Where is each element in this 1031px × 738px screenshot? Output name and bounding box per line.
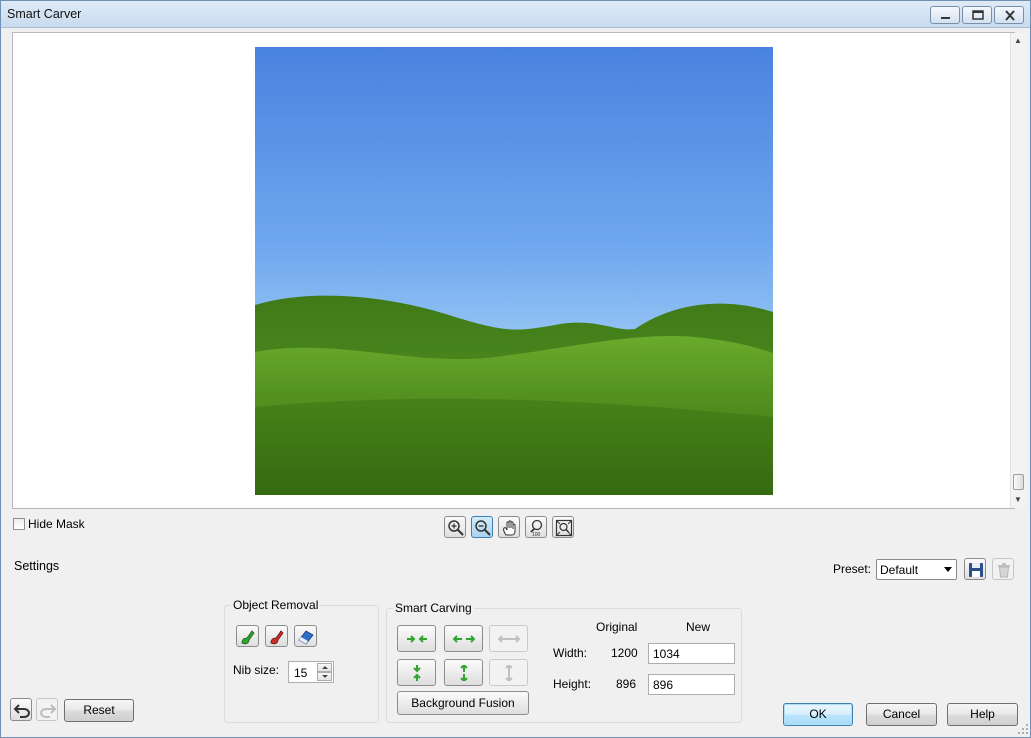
redo-button[interactable] [36, 698, 58, 721]
height-new-field[interactable]: 896 [648, 674, 735, 695]
background-fusion-button[interactable]: Background Fusion [397, 691, 529, 715]
hide-mask-label: Hide Mask [28, 517, 85, 531]
reset-width-button[interactable] [489, 625, 528, 652]
scroll-down-arrow-icon[interactable]: ▼ [1014, 495, 1022, 505]
title-bar[interactable]: Smart Carver [1, 1, 1030, 28]
minimize-button[interactable] [930, 6, 960, 24]
close-button[interactable] [994, 6, 1024, 24]
object-removal-group: Object Removal Nib size: 15 [224, 598, 379, 723]
expand-height-button[interactable] [444, 659, 483, 686]
original-column-header: Original [596, 620, 638, 634]
arrows-inward-vertical-icon [413, 665, 421, 681]
spin-up-icon[interactable] [317, 663, 332, 672]
close-icon [1005, 10, 1015, 21]
ok-button[interactable]: OK [783, 703, 853, 726]
preset-select[interactable]: Default [876, 559, 957, 580]
preview-image [255, 47, 773, 495]
zoom-100-icon: 100 [530, 519, 543, 537]
zoom-in-icon [448, 520, 464, 536]
minimize-icon [941, 17, 950, 19]
shrink-width-button[interactable] [397, 625, 436, 652]
smart-carving-group: Smart Carving Background Fusion Original… [386, 601, 742, 723]
width-label: Width: [553, 646, 588, 660]
fit-window-icon [555, 519, 573, 537]
nib-size-label: Nib size: [233, 663, 280, 677]
arrows-outward-horizontal-icon [453, 635, 475, 643]
settings-heading: Settings [14, 559, 60, 573]
width-new-value: 1034 [653, 647, 680, 661]
zoom-out-button[interactable] [471, 516, 493, 538]
hide-mask-checkbox[interactable]: Hide Mask [13, 517, 85, 531]
width-new-field[interactable]: 1034 [648, 643, 735, 664]
scroll-thumb[interactable] [1013, 474, 1024, 490]
spin-down-icon[interactable] [317, 672, 332, 681]
undo-icon [13, 704, 31, 718]
reset-button[interactable]: Reset [64, 699, 134, 722]
scroll-up-arrow-icon[interactable]: ▲ [1014, 36, 1022, 46]
height-label: Height: [553, 677, 592, 691]
nib-size-stepper[interactable]: 15 [288, 661, 334, 683]
zoom-toolbar: 100 [444, 516, 574, 538]
delete-preset-button[interactable] [992, 558, 1014, 580]
checkbox-box[interactable] [13, 518, 25, 530]
arrows-vertical-disabled-icon [505, 665, 513, 681]
chevron-down-icon [944, 567, 952, 572]
vertical-scrollbar[interactable]: ▲ ▼ [1010, 33, 1026, 508]
arrows-horizontal-disabled-icon [498, 635, 520, 643]
trash-icon [998, 563, 1010, 578]
width-original-value: 1200 [611, 646, 638, 660]
expand-width-button[interactable] [444, 625, 483, 652]
cancel-button[interactable]: Cancel [866, 703, 937, 726]
reset-height-button[interactable] [489, 659, 528, 686]
remove-brush-button[interactable] [265, 625, 288, 647]
new-column-header: New [686, 620, 711, 634]
arrows-outward-vertical-icon [460, 665, 468, 681]
preset-label: Preset: [833, 562, 872, 576]
redo-icon [39, 704, 57, 718]
object-removal-title: Object Removal [231, 598, 321, 612]
save-preset-button[interactable] [964, 558, 986, 580]
height-original-value: 896 [616, 677, 637, 691]
preset-value: Default [880, 563, 919, 577]
zoom-in-button[interactable] [444, 516, 466, 538]
arrows-inward-horizontal-icon [407, 635, 427, 643]
eraser-button[interactable] [294, 625, 317, 647]
zoom-100-button[interactable]: 100 [525, 516, 547, 538]
restore-icon [972, 10, 984, 20]
window-title: Smart Carver [7, 7, 82, 21]
shrink-height-button[interactable] [397, 659, 436, 686]
zoom-out-icon [475, 520, 491, 536]
restore-button[interactable] [962, 6, 992, 24]
height-new-value: 896 [653, 678, 674, 692]
eraser-icon [298, 630, 314, 645]
pan-button[interactable] [498, 516, 520, 538]
nib-size-value: 15 [294, 666, 308, 680]
resize-grip-icon[interactable] [1017, 723, 1029, 735]
save-icon [969, 563, 983, 577]
undo-button[interactable] [10, 698, 32, 721]
smart-carver-dialog: Smart Carver ▲ ▼ Hide Mask 100 Settings … [0, 0, 1031, 738]
preview-canvas[interactable]: ▲ ▼ [12, 32, 1026, 509]
fit-to-window-button[interactable] [552, 516, 574, 538]
red-brush-icon [270, 630, 284, 645]
hand-icon [503, 520, 516, 536]
green-brush-icon [241, 630, 255, 645]
protect-brush-button[interactable] [236, 625, 259, 647]
svg-text:100: 100 [532, 532, 541, 537]
help-button[interactable]: Help [947, 703, 1018, 726]
smart-carving-title: Smart Carving [393, 601, 474, 615]
